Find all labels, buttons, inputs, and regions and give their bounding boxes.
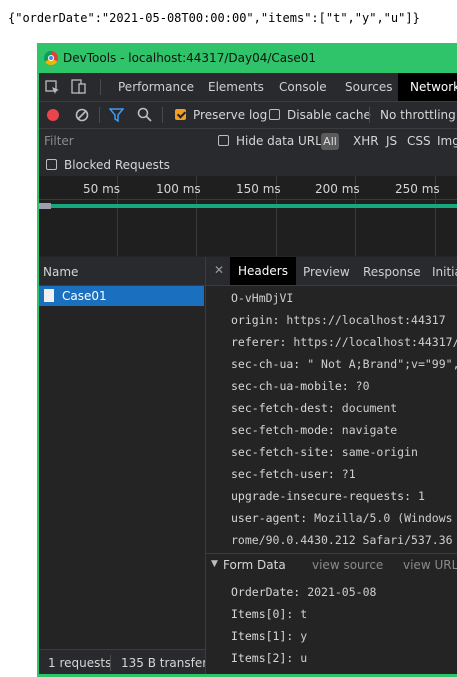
header-line: sec-ch-ua-mobile: ?0 bbox=[231, 379, 370, 393]
request-name: Case01 bbox=[62, 289, 107, 303]
throttling-select[interactable]: No throttling bbox=[380, 108, 456, 122]
request-details: ✕ Headers Preview Response Initia O-vHmD… bbox=[206, 257, 457, 677]
tab-headers[interactable]: Headers bbox=[230, 257, 296, 285]
filter-input[interactable]: Filter bbox=[44, 134, 74, 148]
preserve-log-checkbox[interactable] bbox=[175, 109, 186, 120]
window-titlebar[interactable]: DevTools - localhost:44317/Day04/Case01 bbox=[37, 43, 457, 73]
tab-sources[interactable]: Sources bbox=[345, 80, 392, 94]
header-line: upgrade-insecure-requests: 1 bbox=[231, 489, 425, 503]
view-source-link[interactable]: view source bbox=[312, 558, 383, 572]
filter-type-all[interactable]: All bbox=[321, 133, 339, 150]
hide-data-urls-label[interactable]: Hide data URLs bbox=[236, 134, 328, 148]
timeline-overview[interactable]: 50 ms 100 ms 150 ms 200 ms 250 ms bbox=[37, 176, 457, 256]
blocked-requests-bar: Blocked Requests bbox=[37, 154, 457, 177]
request-row[interactable]: Case01 bbox=[37, 286, 204, 306]
tab-response[interactable]: Response bbox=[363, 265, 421, 279]
header-line: user-agent: Mozilla/5.0 (Windows NT bbox=[231, 511, 457, 525]
form-data-line: OrderDate: 2021-05-08 bbox=[231, 585, 377, 599]
tab-network[interactable]: Network bbox=[398, 73, 457, 101]
timeline-tick-label: 50 ms bbox=[83, 182, 121, 196]
toolbar-divider bbox=[369, 107, 370, 123]
inspect-element-icon[interactable] bbox=[45, 80, 60, 95]
tabbar-divider bbox=[100, 79, 101, 95]
header-line: rome/90.0.4430.212 Safari/537.36 bbox=[231, 533, 453, 547]
header-line: sec-fetch-dest: document bbox=[231, 401, 398, 415]
header-line: sec-fetch-site: same-origin bbox=[231, 445, 418, 459]
disable-cache-label[interactable]: Disable cache bbox=[287, 108, 371, 122]
timeline-tick-label: 100 ms bbox=[156, 182, 201, 196]
form-data-line: Items[1]: y bbox=[231, 629, 308, 643]
json-response-text: {"orderDate":"2021-05-08T00:00:00","item… bbox=[8, 11, 420, 25]
tab-elements[interactable]: Elements bbox=[208, 80, 264, 94]
filter-type-css[interactable]: CSS bbox=[407, 134, 431, 148]
network-toolbar: Preserve log Disable cache No throttling bbox=[37, 102, 457, 129]
tab-console[interactable]: Console bbox=[279, 80, 327, 94]
tab-performance[interactable]: Performance bbox=[118, 80, 194, 94]
chrome-logo-icon bbox=[44, 51, 58, 65]
hide-data-urls-checkbox[interactable] bbox=[218, 135, 229, 146]
timeline-request-start bbox=[39, 203, 51, 209]
timeline-request-bar bbox=[37, 204, 457, 208]
tab-initiator[interactable]: Initia bbox=[432, 265, 457, 279]
transferred-size: 135 B transferre bbox=[121, 656, 205, 670]
filter-type-js[interactable]: JS bbox=[386, 134, 397, 148]
header-line: O-vHmDjVI bbox=[231, 291, 294, 305]
timeline-tick-label: 150 ms bbox=[236, 182, 281, 196]
header-line: origin: https://localhost:44317 bbox=[231, 313, 446, 327]
devtools-tabbar: Performance Elements Console Sources Net… bbox=[37, 73, 457, 102]
request-count: 1 requests bbox=[48, 656, 112, 670]
network-status-bar: 1 requests 135 B transferre bbox=[37, 649, 205, 677]
header-line: referer: https://localhost:44317/Day bbox=[231, 335, 457, 349]
device-toolbar-icon[interactable] bbox=[71, 79, 87, 95]
request-list-header[interactable]: Name bbox=[37, 257, 205, 286]
preserve-log-label[interactable]: Preserve log bbox=[193, 108, 267, 122]
disable-cache-checkbox[interactable] bbox=[269, 109, 280, 120]
filter-type-img[interactable]: Img bbox=[437, 134, 457, 148]
devtools-window: DevTools - localhost:44317/Day04/Case01 … bbox=[37, 43, 457, 677]
timeline-tick-label: 250 ms bbox=[395, 182, 440, 196]
status-divider bbox=[110, 655, 111, 671]
toolbar-divider bbox=[162, 107, 163, 123]
timeline-tick-label: 200 ms bbox=[315, 182, 360, 196]
blocked-requests-label[interactable]: Blocked Requests bbox=[64, 158, 170, 172]
window-title: DevTools - localhost:44317/Day04/Case01 bbox=[63, 51, 317, 65]
filter-type-xhr[interactable]: XHR bbox=[353, 134, 379, 148]
filter-bar: Filter Hide data URLs All XHR JS CSS Img bbox=[37, 129, 457, 154]
collapse-caret-icon[interactable]: ▼ bbox=[211, 559, 218, 569]
form-data-line: Items[0]: t bbox=[231, 607, 308, 621]
blocked-requests-checkbox[interactable] bbox=[46, 159, 57, 170]
tab-preview[interactable]: Preview bbox=[303, 265, 350, 279]
name-column-header[interactable]: Name bbox=[43, 265, 78, 279]
view-url-encoded-link[interactable]: view URL- bbox=[403, 558, 457, 572]
document-icon bbox=[44, 289, 54, 302]
form-data-line: Items[2]: u bbox=[231, 651, 308, 665]
form-data-section-header[interactable]: ▼ Form Data view source view URL- bbox=[206, 553, 457, 578]
close-details-icon[interactable]: ✕ bbox=[214, 263, 224, 277]
window-border-left bbox=[37, 43, 39, 677]
request-list: Name Case01 1 requests 135 B transferre bbox=[37, 257, 206, 677]
filter-icon[interactable] bbox=[109, 108, 124, 122]
header-line: sec-fetch-user: ?1 bbox=[231, 467, 356, 481]
record-button[interactable] bbox=[47, 109, 59, 121]
header-line: sec-ch-ua: " Not A;Brand";v="99", "C bbox=[231, 357, 457, 371]
form-data-title: Form Data bbox=[223, 558, 286, 572]
search-icon[interactable] bbox=[137, 107, 152, 122]
header-line: sec-fetch-mode: navigate bbox=[231, 423, 398, 437]
details-tabbar: ✕ Headers Preview Response Initia bbox=[206, 257, 457, 286]
toolbar-divider bbox=[99, 107, 100, 123]
clear-icon[interactable] bbox=[75, 108, 89, 122]
timeline-divider bbox=[37, 199, 457, 200]
